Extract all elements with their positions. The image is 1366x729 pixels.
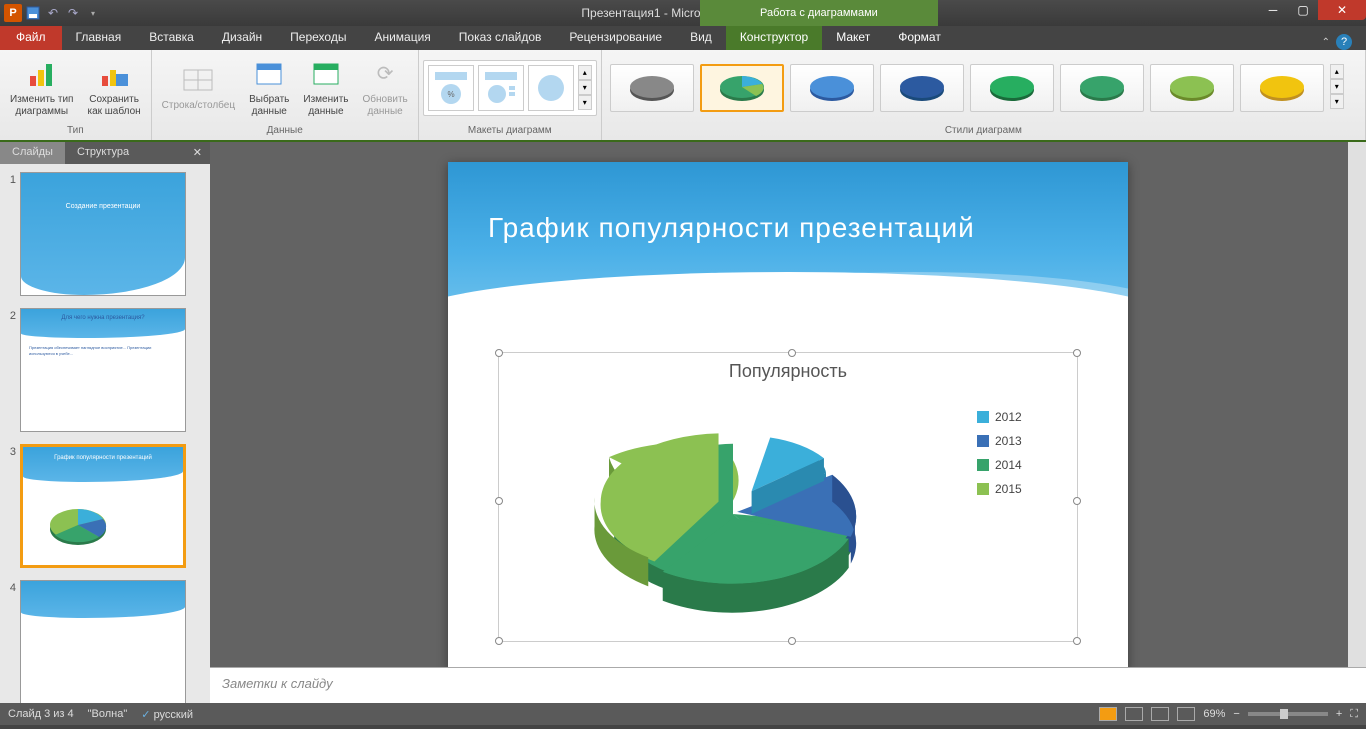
tab-chart-format[interactable]: Формат bbox=[884, 26, 955, 50]
minimize-button[interactable]: ─ bbox=[1258, 0, 1288, 20]
close-button[interactable]: ✕ bbox=[1318, 0, 1366, 20]
gallery-down-icon[interactable]: ▾ bbox=[578, 80, 592, 95]
tab-chart-design[interactable]: Конструктор bbox=[726, 26, 822, 50]
slideshow-view-button[interactable] bbox=[1177, 707, 1195, 721]
style-item[interactable] bbox=[1240, 64, 1324, 112]
notes-pane[interactable]: Заметки к слайду bbox=[210, 667, 1366, 703]
file-tab[interactable]: Файл bbox=[0, 26, 62, 50]
tab-view[interactable]: Вид bbox=[676, 26, 726, 50]
chart-legend[interactable]: 2012 2013 2014 2015 bbox=[967, 390, 1077, 638]
app-icon: P bbox=[4, 4, 22, 22]
tab-transitions[interactable]: Переходы bbox=[276, 26, 360, 50]
gallery-up-icon[interactable]: ▴ bbox=[1330, 64, 1344, 79]
ribbon-minimize-icon[interactable]: ⌃ bbox=[1322, 37, 1330, 48]
zoom-level[interactable]: 69% bbox=[1203, 708, 1225, 720]
gallery-up-icon[interactable]: ▴ bbox=[578, 65, 592, 80]
status-lang[interactable]: ✓ русский bbox=[141, 708, 193, 721]
thumb-number: 4 bbox=[4, 580, 20, 594]
gallery-more-icon[interactable]: ▾ bbox=[578, 95, 592, 110]
style-item[interactable] bbox=[970, 64, 1054, 112]
tab-design[interactable]: Дизайн bbox=[208, 26, 276, 50]
reading-view-button[interactable] bbox=[1151, 707, 1169, 721]
layout-item[interactable] bbox=[478, 65, 524, 111]
gallery-down-icon[interactable]: ▾ bbox=[1330, 79, 1344, 94]
redo-icon[interactable]: ↷ bbox=[64, 4, 82, 22]
style-item[interactable] bbox=[1150, 64, 1234, 112]
ribbon-tabs: Файл Главная Вставка Дизайн Переходы Ани… bbox=[0, 26, 1366, 50]
maximize-button[interactable]: ▢ bbox=[1288, 0, 1318, 20]
close-panel-icon[interactable]: ✕ bbox=[185, 142, 210, 164]
chart-layouts-gallery[interactable]: % ▴ ▾ ▾ bbox=[423, 60, 597, 116]
zoom-slider[interactable] bbox=[1248, 712, 1328, 716]
group-label-data: Данные bbox=[156, 123, 414, 138]
chart-tools-context: Работа с диаграммами bbox=[700, 0, 938, 26]
save-icon[interactable] bbox=[24, 4, 42, 22]
fit-to-window-button[interactable]: ⛶ bbox=[1350, 708, 1358, 721]
legend-item[interactable]: 2015 bbox=[977, 482, 1067, 496]
normal-view-button[interactable] bbox=[1099, 707, 1117, 721]
slide-thumbnail[interactable]: График популярности презентаций bbox=[20, 444, 186, 568]
select-data-button[interactable]: Выбрать данные bbox=[243, 56, 295, 120]
slide-canvas[interactable]: График популярности презентаций Популярн… bbox=[448, 162, 1128, 667]
slide-thumbnail[interactable]: Для чего нужна презентация?Презентация о… bbox=[20, 308, 186, 432]
save-as-template-button[interactable]: Сохранить как шаблон bbox=[81, 56, 146, 120]
slide-thumbnail[interactable]: Создание презентации bbox=[20, 172, 186, 296]
outline-tab[interactable]: Структура bbox=[65, 142, 141, 164]
switch-row-column-button[interactable]: Строка/столбец bbox=[156, 62, 241, 114]
thumb-number: 1 bbox=[4, 172, 20, 186]
slide-title[interactable]: График популярности презентаций bbox=[488, 212, 1088, 244]
group-label-type: Тип bbox=[4, 123, 147, 138]
status-theme: "Волна" bbox=[88, 708, 128, 720]
style-item[interactable] bbox=[700, 64, 784, 112]
chart-styles-gallery[interactable]: ▴ ▾ ▾ bbox=[606, 60, 1348, 116]
style-item[interactable] bbox=[610, 64, 694, 112]
chart-plot-area[interactable] bbox=[499, 390, 967, 638]
tab-insert[interactable]: Вставка bbox=[135, 26, 208, 50]
slide-panel: Слайды Структура ✕ 1 Создание презентаци… bbox=[0, 142, 210, 703]
slides-tab[interactable]: Слайды bbox=[0, 142, 65, 164]
status-slide-info: Слайд 3 из 4 bbox=[8, 708, 74, 720]
thumb-number: 3 bbox=[4, 444, 20, 458]
gallery-more-icon[interactable]: ▾ bbox=[1330, 94, 1344, 109]
thumb-number: 2 bbox=[4, 308, 20, 322]
tab-chart-layout[interactable]: Макет bbox=[822, 26, 884, 50]
zoom-out-button[interactable]: − bbox=[1233, 708, 1239, 720]
undo-icon[interactable]: ↶ bbox=[44, 4, 62, 22]
tab-review[interactable]: Рецензирование bbox=[555, 26, 676, 50]
layout-item[interactable]: % bbox=[428, 65, 474, 111]
sorter-view-button[interactable] bbox=[1125, 707, 1143, 721]
change-chart-type-button[interactable]: Изменить тип диаграммы bbox=[4, 56, 79, 120]
style-item[interactable] bbox=[1060, 64, 1144, 112]
tab-animations[interactable]: Анимация bbox=[360, 26, 444, 50]
slide-thumbnail[interactable] bbox=[20, 580, 186, 703]
refresh-data-button[interactable]: ⟳ Обновить данные bbox=[356, 56, 413, 120]
style-item[interactable] bbox=[880, 64, 964, 112]
vertical-scrollbar[interactable] bbox=[1348, 142, 1366, 667]
group-label-layouts: Макеты диаграмм bbox=[423, 123, 597, 138]
chart-object[interactable]: Популярность bbox=[498, 352, 1078, 642]
edit-data-button[interactable]: Изменить данные bbox=[297, 56, 354, 120]
ribbon: Изменить тип диаграммы Сохранить как шаб… bbox=[0, 50, 1366, 142]
zoom-in-button[interactable]: + bbox=[1336, 708, 1342, 720]
layout-item[interactable] bbox=[528, 65, 574, 111]
help-button[interactable]: ? bbox=[1336, 34, 1352, 50]
svg-text:%: % bbox=[447, 90, 454, 99]
qat-dropdown-icon[interactable]: ▾ bbox=[84, 4, 102, 22]
group-label-styles: Стили диаграмм bbox=[606, 123, 1361, 138]
tab-home[interactable]: Главная bbox=[62, 26, 136, 50]
legend-item[interactable]: 2014 bbox=[977, 458, 1067, 472]
legend-item[interactable]: 2013 bbox=[977, 434, 1067, 448]
legend-item[interactable]: 2012 bbox=[977, 410, 1067, 424]
chart-title[interactable]: Популярность bbox=[499, 353, 1077, 390]
title-bar: P ↶ ↷ ▾ Презентация1 - Microsoft PowerPo… bbox=[0, 0, 1366, 26]
status-bar: Слайд 3 из 4 "Волна" ✓ русский 69% − + ⛶ bbox=[0, 703, 1366, 725]
tab-slideshow[interactable]: Показ слайдов bbox=[445, 26, 556, 50]
style-item[interactable] bbox=[790, 64, 874, 112]
